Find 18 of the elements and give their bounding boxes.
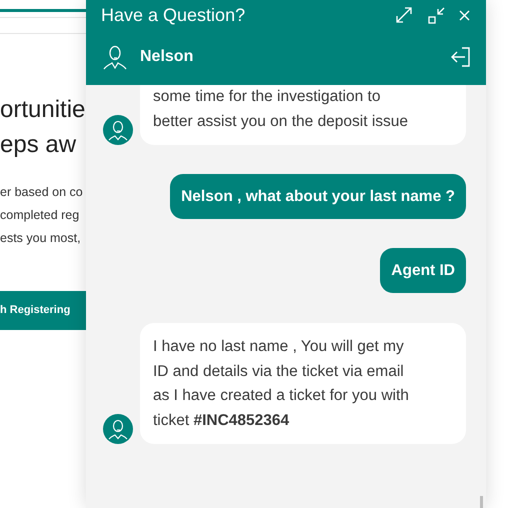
register-button[interactable]: h Registering — [0, 291, 86, 330]
page-text: ests you most, — [0, 230, 82, 247]
agent-name: Nelson — [140, 47, 194, 67]
page-heading: eps aw — [0, 130, 78, 160]
chat-title: Have a Question? — [101, 4, 246, 26]
agent-icon — [103, 44, 127, 70]
page-text: completed reg — [0, 207, 80, 224]
expand-icon[interactable] — [396, 7, 412, 23]
close-icon[interactable] — [459, 10, 470, 20]
scrollbar — [480, 496, 483, 508]
page-heading: ortunitie — [0, 95, 86, 125]
agent-message: some time for the investigation to better assist you on the deposit issue — [140, 85, 466, 145]
exit-icon[interactable] — [450, 47, 470, 67]
user-message: Nelson , what about your last name ? — [170, 174, 466, 219]
agent-message: I have no last name , You will get my ID and details via the ticket via email as I have created a ticket for you with ticket #INC4852364 — [140, 323, 466, 444]
page-text: er based on co — [0, 184, 84, 201]
minimize-icon[interactable] — [428, 6, 445, 24]
user-message: Agent ID — [380, 248, 466, 293]
